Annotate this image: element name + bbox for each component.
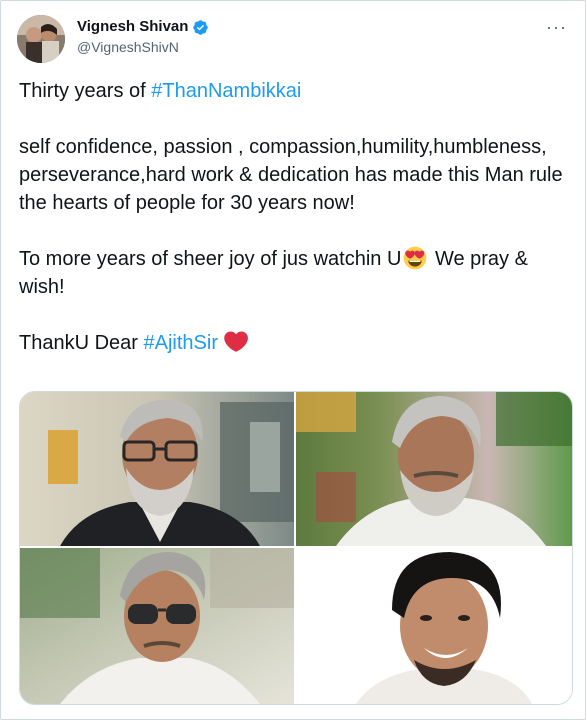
- tweet-line-1-text: Thirty years of: [19, 80, 152, 102]
- photo-1[interactable]: [20, 392, 294, 546]
- tweet-paragraph-3: To more years of sheer joy of jus watchi…: [19, 245, 575, 301]
- display-name-text[interactable]: Vignesh Shivan: [77, 17, 188, 37]
- red-heart-emoji-icon: [224, 331, 248, 352]
- photo-4[interactable]: [296, 548, 572, 704]
- more-options-icon[interactable]: ···: [546, 17, 567, 38]
- tweet-line-1: Thirty years of #ThanNambikkai: [19, 77, 575, 105]
- tweet-paragraph-2: self confidence, passion , compassion,hu…: [19, 136, 563, 214]
- author-names: Vignesh Shivan @VigneshShivN: [77, 17, 209, 57]
- author-handle[interactable]: @VigneshShivN: [77, 37, 209, 57]
- photo-3[interactable]: [20, 548, 294, 704]
- verified-badge-icon: [193, 19, 209, 35]
- hashtag-ajith-sir[interactable]: #AjithSir: [144, 332, 218, 354]
- tweet-paragraph-4: ThankU Dear #AjithSir: [19, 329, 575, 357]
- media-grid: [19, 391, 573, 705]
- tweet-text: Thirty years of #ThanNambikkai self conf…: [19, 77, 575, 357]
- hashtag-than-nambikkai[interactable]: #ThanNambikkai: [151, 80, 301, 102]
- tweet-para3-before: To more years of sheer joy of jus watchi…: [19, 248, 402, 270]
- author-avatar[interactable]: [17, 15, 65, 63]
- photo-2[interactable]: [296, 392, 572, 546]
- heart-eyes-emoji-icon: [404, 246, 427, 270]
- tweet-para4-text: ThankU Dear: [19, 332, 144, 354]
- tweet-header: Vignesh Shivan @VigneshShivN ···: [17, 15, 571, 65]
- tweet-card: Vignesh Shivan @VigneshShivN ··· Thirty …: [0, 0, 586, 720]
- author-display-name[interactable]: Vignesh Shivan: [77, 17, 209, 37]
